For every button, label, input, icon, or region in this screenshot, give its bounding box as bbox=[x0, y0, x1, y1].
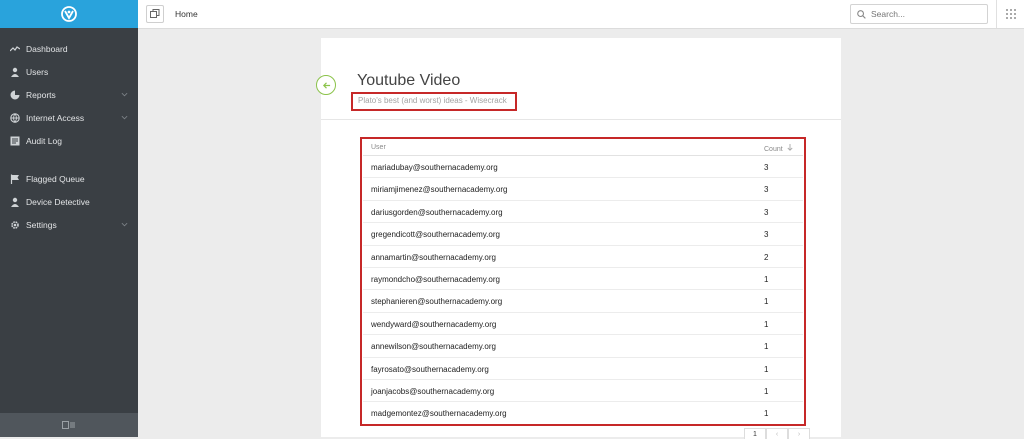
user-icon bbox=[10, 197, 20, 207]
sidebar-item-settings[interactable]: Settings bbox=[0, 213, 138, 236]
back-button[interactable] bbox=[316, 75, 336, 95]
search-input[interactable] bbox=[871, 9, 981, 19]
sidebar-item-audit-log[interactable]: Audit Log bbox=[0, 129, 138, 152]
breadcrumb-home[interactable]: Home bbox=[175, 9, 198, 19]
chevron-down-icon bbox=[121, 113, 128, 123]
sidebar-item-device-detective[interactable]: Device Detective bbox=[0, 190, 138, 213]
sidebar-item-label: Users bbox=[26, 66, 49, 77]
user-icon bbox=[10, 67, 20, 77]
sidebar-item-label: Internet Access bbox=[26, 112, 85, 123]
apps-grid-button[interactable] bbox=[996, 0, 1024, 28]
sidebar-nav: Dashboard Users Reports Internet Access … bbox=[0, 37, 138, 236]
logo-bar[interactable] bbox=[0, 0, 138, 28]
gear-icon bbox=[10, 220, 20, 230]
sidebar-footer[interactable] bbox=[0, 413, 138, 437]
sidebar-item-internet-access[interactable]: Internet Access bbox=[0, 106, 138, 129]
sidebar-item-label: Audit Log bbox=[26, 135, 62, 146]
arrow-left-icon bbox=[322, 81, 330, 89]
sidebar-item-label: Settings bbox=[26, 219, 57, 230]
sidebar-separator bbox=[0, 152, 138, 167]
chevron-down-icon bbox=[121, 90, 128, 100]
sidebar-item-reports[interactable]: Reports bbox=[0, 83, 138, 106]
flag-icon bbox=[10, 174, 20, 184]
highlight-box bbox=[360, 137, 806, 426]
sidebar: Dashboard Users Reports Internet Access … bbox=[0, 0, 138, 437]
sidebar-item-flagged-queue[interactable]: Flagged Queue bbox=[0, 167, 138, 190]
copy-windows-icon bbox=[150, 9, 160, 18]
page-current[interactable]: 1 bbox=[744, 428, 766, 439]
shield-logo-icon bbox=[61, 6, 77, 22]
sidebar-item-label: Device Detective bbox=[26, 196, 90, 207]
page-next-button[interactable]: › bbox=[788, 428, 810, 439]
header-divider bbox=[321, 119, 841, 120]
pagination: 1 ‹ › bbox=[744, 428, 810, 439]
collapse-sidebar-icon bbox=[62, 421, 75, 429]
sidebar-item-label: Reports bbox=[26, 89, 56, 100]
search-icon bbox=[857, 9, 866, 19]
highlight-box bbox=[351, 92, 517, 111]
list-icon bbox=[10, 136, 20, 146]
topbar: Home bbox=[138, 0, 1024, 29]
activity-icon bbox=[10, 44, 20, 54]
search-box[interactable] bbox=[850, 4, 988, 24]
window-toggle-button[interactable] bbox=[146, 5, 164, 23]
grid-icon bbox=[1006, 9, 1016, 19]
sidebar-item-dashboard[interactable]: Dashboard bbox=[0, 37, 138, 60]
sidebar-item-label: Flagged Queue bbox=[26, 173, 85, 184]
chevron-down-icon bbox=[121, 220, 128, 230]
sidebar-item-label: Dashboard bbox=[26, 43, 68, 54]
page-prev-button[interactable]: ‹ bbox=[766, 428, 788, 439]
sidebar-item-users[interactable]: Users bbox=[0, 60, 138, 83]
page-title: Youtube Video bbox=[357, 72, 461, 89]
globe-icon bbox=[10, 112, 20, 123]
pie-chart-icon bbox=[10, 90, 20, 100]
